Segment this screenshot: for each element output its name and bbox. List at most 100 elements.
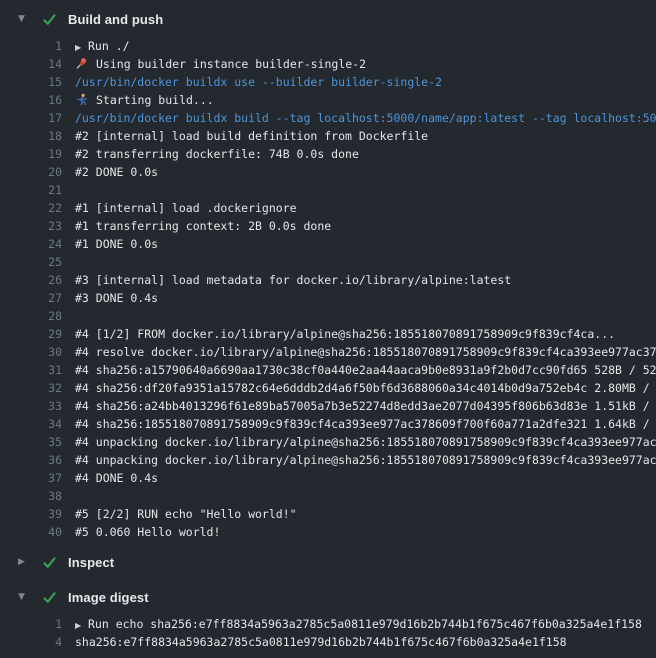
log-text-value: #1 transferring context: 2B 0.0s done (75, 219, 331, 233)
line-number[interactable]: 35 (0, 433, 62, 451)
log-text: #4 unpacking docker.io/library/alpine@sh… (75, 433, 656, 451)
line-number[interactable]: 18 (0, 127, 62, 145)
log-text: #2 transferring dockerfile: 74B 0.0s don… (75, 145, 656, 163)
log-text-value: #3 [internal] load metadata for docker.i… (75, 273, 511, 287)
log-line: 1 ▶Run ./ (0, 37, 656, 55)
log-text (75, 181, 656, 199)
log-line: 31 #4 sha256:a15790640a6690aa1730c38cf0a4… (0, 361, 656, 379)
line-number[interactable]: 24 (0, 235, 62, 253)
line-number[interactable]: 40 (0, 523, 62, 541)
section-header-image-digest[interactable]: ▼ Image digest (0, 586, 656, 608)
section-header-inspect[interactable]: ▶ Inspect (0, 551, 656, 573)
log-text: #4 sha256:185518070891758909c9f839cf4ca3… (75, 415, 656, 433)
log-text: #1 transferring context: 2B 0.0s done (75, 217, 656, 235)
log-line: 35 #4 unpacking docker.io/library/alpine@… (0, 433, 656, 451)
line-number[interactable]: 19 (0, 145, 62, 163)
section-header-build-and-push[interactable]: ▼Build and push (0, 8, 656, 30)
log-line: 40 #5 0.060 Hello world! (0, 523, 656, 541)
check-success-icon (42, 12, 68, 27)
log-text: #3 [internal] load metadata for docker.i… (75, 271, 656, 289)
log-text: #4 sha256:df20fa9351a15782c64e6dddb2d4a6… (75, 379, 656, 397)
log-command-text: /usr/bin/docker buildx build --tag local… (75, 109, 656, 127)
log-text-value: Run ./ (88, 39, 130, 53)
log-text: sha256:e7ff8834a5963a2785c5a0811e979d16b… (75, 633, 656, 651)
line-number[interactable]: 4 (0, 633, 62, 651)
chevron-down-icon[interactable]: ▼ (18, 586, 42, 608)
line-number[interactable]: 33 (0, 397, 62, 415)
log-line: 23 #1 transferring context: 2B 0.0s done (0, 217, 656, 235)
log-text-value: #4 resolve docker.io/library/alpine@sha2… (75, 345, 656, 359)
log-text-value: #4 sha256:185518070891758909c9f839cf4ca3… (75, 417, 656, 431)
line-number[interactable]: 31 (0, 361, 62, 379)
log-command-text: /usr/bin/docker buildx use --builder bui… (75, 73, 656, 91)
log-text: #4 [1/2] FROM docker.io/library/alpine@s… (75, 325, 656, 343)
log-text-value: #2 transferring dockerfile: 74B 0.0s don… (75, 147, 359, 161)
log-text (75, 307, 656, 325)
line-number[interactable]: 34 (0, 415, 62, 433)
line-number[interactable]: 36 (0, 451, 62, 469)
log-line: 22 #1 [internal] load .dockerignore (0, 199, 656, 217)
expand-group-chevron-icon[interactable]: ▶ (75, 617, 88, 633)
log-text-value: #5 [2/2] RUN echo "Hello world!" (75, 507, 297, 521)
section-title: Image digest (68, 590, 149, 605)
line-number[interactable]: 20 (0, 163, 62, 181)
line-number[interactable]: 1 (0, 615, 62, 633)
line-number[interactable]: 39 (0, 505, 62, 523)
log-text: #2 [internal] load build definition from… (75, 127, 656, 145)
line-number[interactable]: 1 (0, 37, 62, 55)
log-line: 26 #3 [internal] load metadata for docker… (0, 271, 656, 289)
line-number[interactable]: 23 (0, 217, 62, 235)
chevron-down-icon[interactable]: ▼ (18, 8, 42, 30)
log-text: #1 DONE 0.0s (75, 235, 656, 253)
line-number[interactable]: 30 (0, 343, 62, 361)
log-text: Using builder instance builder-single-2 (75, 55, 656, 73)
log-text: #1 [internal] load .dockerignore (75, 199, 656, 217)
log-text: #4 resolve docker.io/library/alpine@sha2… (75, 343, 656, 361)
log-text-value: #4 sha256:df20fa9351a15782c64e6dddb2d4a6… (75, 381, 656, 395)
log-line: 30 #4 resolve docker.io/library/alpine@sh… (0, 343, 656, 361)
log-text-value: #4 unpacking docker.io/library/alpine@sh… (75, 435, 656, 449)
log-line: 38 (0, 487, 656, 505)
line-number[interactable]: 27 (0, 289, 62, 307)
log-text: #4 sha256:a24bb4013296f61e89ba57005a7b3e… (75, 397, 656, 415)
log-text: #4 sha256:a15790640a6690aa1730c38cf0a440… (75, 361, 656, 379)
log-text-value: Run echo sha256:e7ff8834a5963a2785c5a081… (88, 617, 642, 631)
log-line: 29 #4 [1/2] FROM docker.io/library/alpine… (0, 325, 656, 343)
line-number[interactable]: 16 (0, 91, 62, 109)
log-line: 36#4 unpacking docker.io/library/alpine@… (0, 451, 656, 469)
log-line: 25 (0, 253, 656, 271)
line-number[interactable]: 25 (0, 253, 62, 271)
log-text: #3 DONE 0.4s (75, 289, 656, 307)
log-line: 1 ▶Run echo sha256:e7ff8834a5963a2785c5a0… (0, 615, 656, 633)
log-text-value: Starting build... (96, 93, 214, 107)
line-number[interactable]: 38 (0, 487, 62, 505)
line-number[interactable]: 17 (0, 109, 62, 127)
log-text: #5 0.060 Hello world! (75, 523, 656, 541)
pushpin-emoji-icon (75, 55, 96, 73)
log-line: 33 #4 sha256:a24bb4013296f61e89ba57005a7b… (0, 397, 656, 415)
section-title: Inspect (68, 555, 114, 570)
line-number[interactable]: 26 (0, 271, 62, 289)
line-number[interactable]: 14 (0, 55, 62, 73)
log-line: 37#4 DONE 0.4s (0, 469, 656, 487)
chevron-right-icon[interactable]: ▶ (18, 551, 42, 573)
log-text (75, 487, 656, 505)
log-text: #5 [2/2] RUN echo "Hello world!" (75, 505, 656, 523)
log-text-value: #2 [internal] load build definition from… (75, 129, 428, 143)
line-number[interactable]: 29 (0, 325, 62, 343)
line-number[interactable]: 28 (0, 307, 62, 325)
log-line: 4 sha256:e7ff8834a5963a2785c5a0811e979d16… (0, 633, 656, 651)
log-text-value: Using builder instance builder-single-2 (96, 57, 366, 71)
line-number[interactable]: 37 (0, 469, 62, 487)
log-text-value: #3 DONE 0.4s (75, 291, 158, 305)
log-block-image-digest: 1 ▶Run echo sha256:e7ff8834a5963a2785c5a0… (0, 615, 656, 651)
line-number[interactable]: 21 (0, 181, 62, 199)
log-text: Starting build... (75, 91, 656, 109)
line-number[interactable]: 32 (0, 379, 62, 397)
expand-group-chevron-icon[interactable]: ▶ (75, 39, 88, 55)
line-number[interactable]: 22 (0, 199, 62, 217)
line-number[interactable]: 15 (0, 73, 62, 91)
log-block-build-and-push: 1 ▶Run ./ 14 Using builder instance builder… (0, 37, 656, 541)
log-line: 14 Using builder instance builder-single-… (0, 55, 656, 73)
log-text-value: #2 DONE 0.0s (75, 165, 158, 179)
